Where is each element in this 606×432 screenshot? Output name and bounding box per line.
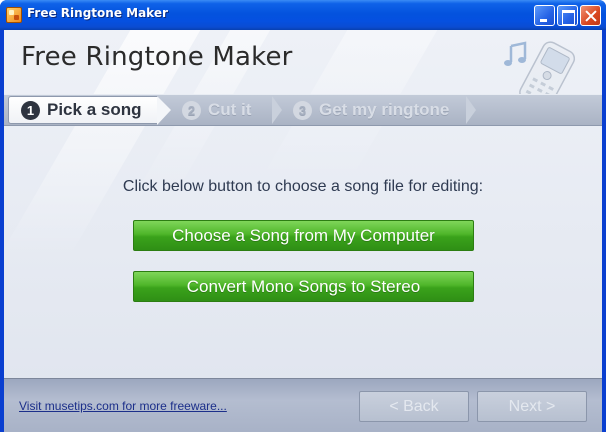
title-bar[interactable]: Free Ringtone Maker xyxy=(0,0,606,30)
window-frame-right xyxy=(602,30,606,432)
app-window: Free Ringtone Maker Free Ringtone Maker xyxy=(0,0,606,432)
step-get-my-ringtone[interactable]: 3 Get my ringtone xyxy=(293,96,449,124)
close-button[interactable] xyxy=(580,5,601,26)
step-number: 3 xyxy=(293,100,312,120)
step-label: Cut it xyxy=(208,100,252,119)
window-title: Free Ringtone Maker xyxy=(27,6,168,20)
convert-mono-button[interactable]: Convert Mono Songs to Stereo xyxy=(133,271,474,302)
step-number: 2 xyxy=(182,100,201,120)
app-icon[interactable] xyxy=(6,7,22,23)
back-button[interactable]: < Back xyxy=(359,391,469,422)
header-title: Free Ringtone Maker xyxy=(21,42,293,72)
next-button[interactable]: Next > xyxy=(477,391,587,422)
client-area: Free Ringtone Maker 1 Pick a song 2 Cut … xyxy=(4,30,602,432)
footer-bar: Visit musetips.com for more freeware... … xyxy=(4,378,602,432)
wizard-steps: 1 Pick a song 2 Cut it 3 Get my ringtone xyxy=(4,94,602,128)
instruction-text: Click below button to choose a song file… xyxy=(122,178,484,195)
step-label: Pick a song xyxy=(47,100,142,119)
musetips-link[interactable]: Visit musetips.com for more freeware... xyxy=(19,399,227,413)
minimize-button[interactable] xyxy=(534,5,555,26)
step-label: Get my ringtone xyxy=(319,100,450,119)
step-number: 1 xyxy=(21,100,40,120)
step-chevron-icon xyxy=(272,96,282,124)
maximize-button[interactable] xyxy=(557,5,578,26)
step-pick-a-song[interactable]: 1 Pick a song xyxy=(8,96,171,125)
choose-song-button[interactable]: Choose a Song from My Computer xyxy=(133,220,474,251)
step-cut-it[interactable]: 2 Cut it xyxy=(182,96,251,124)
step-chevron-icon xyxy=(466,96,476,124)
